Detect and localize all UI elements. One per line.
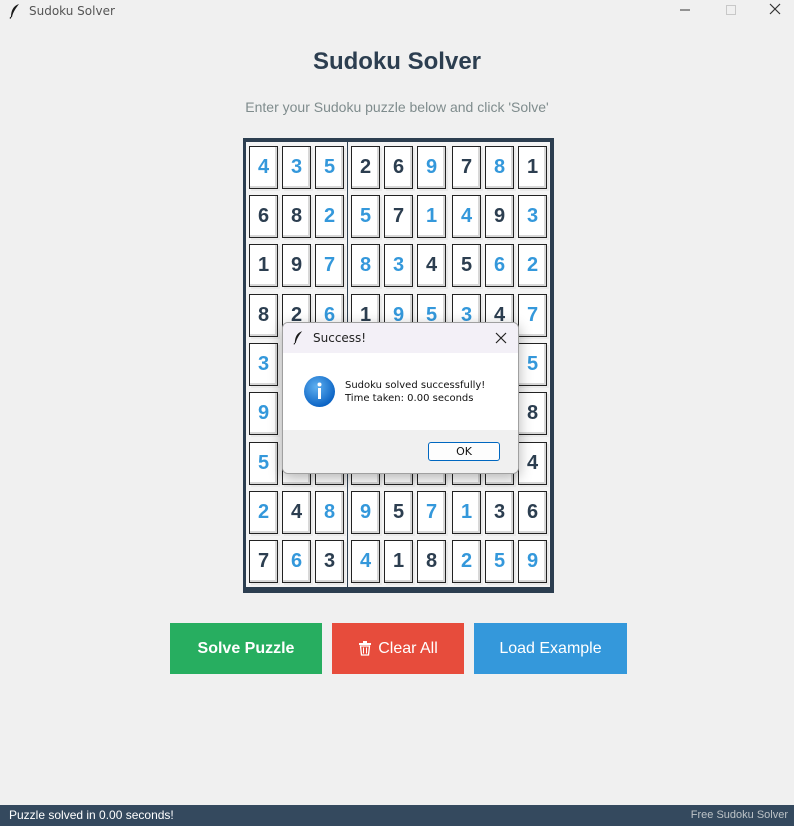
sudoku-cell-r8c6[interactable]: 7 [417,491,446,534]
sudoku-cell-r3c1[interactable]: 1 [249,244,278,287]
sudoku-cell-r1c2[interactable]: 3 [282,146,311,189]
sudoku-cell-r1c7[interactable]: 7 [452,146,481,189]
close-icon [495,329,507,348]
ok-button-label: OK [456,445,472,458]
sudoku-cell-r9c2[interactable]: 6 [282,540,311,583]
sudoku-cell-r1c1[interactable]: 4 [249,146,278,189]
sudoku-cell-r1c6[interactable]: 9 [417,146,446,189]
sudoku-cell-r8c7[interactable]: 1 [452,491,481,534]
sudoku-cell-r9c9[interactable]: 9 [518,540,547,583]
sudoku-cell-r2c7[interactable]: 4 [452,195,481,238]
sudoku-cell-r1c3[interactable]: 5 [315,146,344,189]
sudoku-cell-r2c3[interactable]: 2 [315,195,344,238]
sudoku-cell-r2c6[interactable]: 1 [417,195,446,238]
window-titlebar: Sudoku Solver [0,0,794,22]
page-title: Sudoku Solver [312,48,482,75]
sudoku-cell-r2c4[interactable]: 5 [351,195,380,238]
ok-button[interactable]: OK [428,442,500,461]
sudoku-cell-r9c4[interactable]: 4 [351,540,380,583]
info-icon [303,375,336,412]
sudoku-cell-r3c5[interactable]: 3 [384,244,413,287]
sudoku-cell-r8c2[interactable]: 4 [282,491,311,534]
sudoku-cell-r8c4[interactable]: 9 [351,491,380,534]
sudoku-cell-r9c1[interactable]: 7 [249,540,278,583]
sudoku-cell-r4c9[interactable]: 7 [518,294,547,337]
sudoku-cell-r2c1[interactable]: 6 [249,195,278,238]
sudoku-cell-r7c9[interactable]: 4 [518,442,547,485]
sudoku-cell-r3c6[interactable]: 4 [417,244,446,287]
load-example-button[interactable]: Load Example [474,623,627,674]
sudoku-cell-r9c8[interactable]: 5 [485,540,514,583]
sudoku-cell-r2c9[interactable]: 3 [518,195,547,238]
maximize-icon [726,2,736,20]
minimize-button[interactable] [662,0,708,22]
sudoku-cell-r9c5[interactable]: 1 [384,540,413,583]
trash-icon [358,641,372,656]
sudoku-cell-r3c9[interactable]: 2 [518,244,547,287]
sudoku-cell-r9c6[interactable]: 8 [417,540,446,583]
sudoku-cell-r5c9[interactable]: 5 [518,343,547,386]
solve-puzzle-button[interactable]: Solve Puzzle [170,623,322,674]
dialog-message-line2: Time taken: 0.00 seconds [345,393,474,404]
sudoku-cell-r2c8[interactable]: 9 [485,195,514,238]
sudoku-cell-r6c9[interactable]: 8 [518,392,547,435]
sudoku-cell-r8c5[interactable]: 5 [384,491,413,534]
sudoku-cell-r2c5[interactable]: 7 [384,195,413,238]
sudoku-cell-r3c7[interactable]: 5 [452,244,481,287]
load-button-label: Load Example [499,639,602,657]
sudoku-cell-r8c3[interactable]: 8 [315,491,344,534]
sudoku-cell-r5c1[interactable]: 3 [249,343,278,386]
clear-all-button[interactable]: Clear All [332,623,464,674]
sudoku-cell-r3c2[interactable]: 9 [282,244,311,287]
page-subtitle: Enter your Sudoku puzzle below and click… [245,99,549,115]
sudoku-cell-r7c1[interactable]: 5 [249,442,278,485]
sudoku-cell-r1c4[interactable]: 2 [351,146,380,189]
sudoku-cell-r6c1[interactable]: 9 [249,392,278,435]
dialog-close-button[interactable] [492,329,510,347]
sudoku-cell-r8c1[interactable]: 2 [249,491,278,534]
clear-button-label: Clear All [378,639,438,657]
dialog-footer: OK [283,430,518,473]
sudoku-cell-r3c4[interactable]: 8 [351,244,380,287]
close-icon [769,2,781,20]
window-title: Sudoku Solver [29,4,115,18]
dialog-message-line1: Sudoku solved successfully! [345,380,486,391]
sudoku-cell-r1c8[interactable]: 8 [485,146,514,189]
sudoku-cell-r3c3[interactable]: 7 [315,244,344,287]
sudoku-cell-r8c8[interactable]: 3 [485,491,514,534]
sudoku-cell-r1c9[interactable]: 1 [518,146,547,189]
feather-icon [293,330,304,349]
status-message: Puzzle solved in 0.00 seconds! [9,808,174,822]
maximize-button[interactable] [708,0,754,22]
sudoku-cell-r3c8[interactable]: 6 [485,244,514,287]
dialog-titlebar: Success! [283,323,518,353]
sudoku-cell-r1c5[interactable]: 6 [384,146,413,189]
minimize-icon [680,2,690,20]
dialog-title: Success! [313,331,367,345]
sudoku-cell-r9c7[interactable]: 2 [452,540,481,583]
solve-button-label: Solve Puzzle [197,639,295,657]
sudoku-cell-r2c2[interactable]: 8 [282,195,311,238]
feather-icon [9,3,21,24]
success-dialog: Success! Sudoku solved successfully! Tim… [282,322,519,474]
status-credit: Free Sudoku Solver [690,809,788,821]
status-bar: Puzzle solved in 0.00 seconds! Free Sudo… [0,805,794,826]
sudoku-cell-r9c3[interactable]: 3 [315,540,344,583]
close-window-button[interactable] [752,0,794,22]
sudoku-cell-r8c9[interactable]: 6 [518,491,547,534]
sudoku-cell-r4c1[interactable]: 8 [249,294,278,337]
